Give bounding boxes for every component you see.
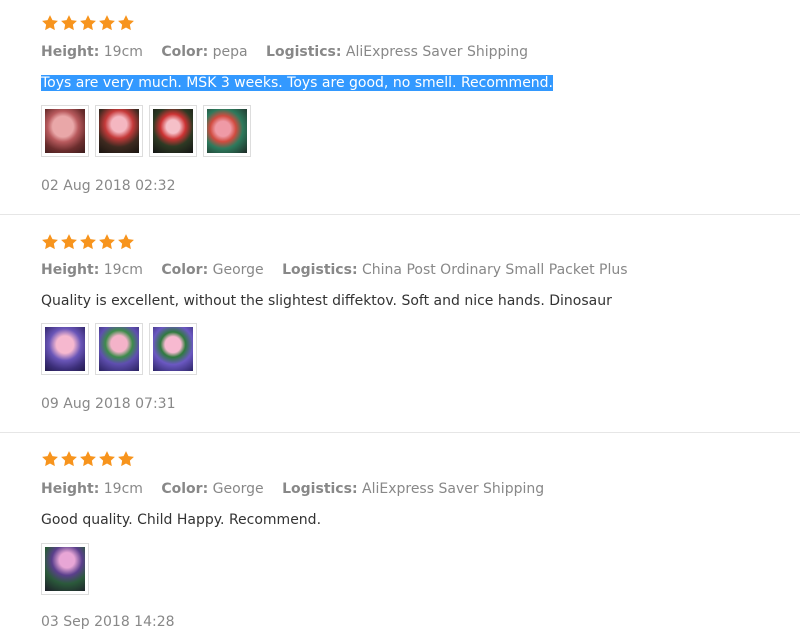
- height-key: Height:: [41, 262, 100, 278]
- color-value: pepa: [212, 44, 248, 60]
- star-icon: [117, 233, 135, 251]
- star-icon: [41, 233, 59, 251]
- review-photo-thumbnail[interactable]: [41, 105, 89, 157]
- review-date: 02 Aug 2018 02:32: [41, 178, 176, 194]
- review-text-content: Quality is excellent, without the slight…: [41, 293, 612, 309]
- review-photo-thumbnail[interactable]: [149, 105, 197, 157]
- star-rating: [41, 14, 135, 34]
- review-attributes: Height: 19cm Color: pepa Logistics: AliE…: [41, 43, 542, 61]
- height-attribute: Height: 19cm: [41, 44, 143, 60]
- review-photo-thumbnail[interactable]: [149, 323, 197, 375]
- height-attribute: Height: 19cm: [41, 481, 143, 497]
- star-icon: [79, 233, 97, 251]
- star-icon: [60, 233, 78, 251]
- height-attribute: Height: 19cm: [41, 262, 143, 278]
- star-icon: [79, 14, 97, 32]
- logistics-key: Logistics:: [282, 262, 358, 278]
- star-icon: [117, 450, 135, 468]
- star-icon: [60, 450, 78, 468]
- color-key: Color:: [161, 481, 209, 497]
- review-photo[interactable]: [99, 109, 139, 153]
- review-text[interactable]: Toys are very much. MSK 3 weeks. Toys ar…: [41, 73, 554, 93]
- color-attribute: Color: George: [161, 262, 263, 278]
- color-attribute: Color: pepa: [161, 44, 247, 60]
- review-photos: [41, 105, 251, 157]
- star-icon: [98, 14, 116, 32]
- logistics-value: AliExpress Saver Shipping: [362, 481, 545, 497]
- review-text: Good quality. Child Happy. Recommend.: [41, 510, 321, 530]
- star-icon: [60, 14, 78, 32]
- star-rating: [41, 450, 135, 470]
- star-icon: [98, 233, 116, 251]
- review-attributes: Height: 19cm Color: George Logistics: Ch…: [41, 261, 642, 279]
- review-photo[interactable]: [153, 109, 193, 153]
- star-icon: [98, 450, 116, 468]
- review-photo-thumbnail[interactable]: [95, 323, 143, 375]
- height-key: Height:: [41, 481, 100, 497]
- height-value: 19cm: [103, 262, 143, 278]
- logistics-attribute: Logistics: AliExpress Saver Shipping: [282, 481, 544, 497]
- review-photo[interactable]: [153, 327, 193, 371]
- logistics-value: AliExpress Saver Shipping: [345, 44, 529, 60]
- review-date: 09 Aug 2018 07:31: [41, 396, 176, 412]
- logistics-attribute: Logistics: AliExpress Saver Shipping: [266, 44, 528, 60]
- logistics-key: Logistics:: [282, 481, 358, 497]
- review-photo-thumbnail[interactable]: [203, 105, 251, 157]
- color-key: Color:: [161, 262, 209, 278]
- review-photo-thumbnail[interactable]: [95, 105, 143, 157]
- review-text-content[interactable]: Toys are very much. MSK 3 weeks. Toys ar…: [41, 75, 554, 91]
- color-value: George: [212, 262, 264, 278]
- color-key: Color:: [161, 44, 209, 60]
- star-icon: [41, 14, 59, 32]
- star-icon: [79, 450, 97, 468]
- review-photo[interactable]: [45, 547, 85, 591]
- review-text-content: Good quality. Child Happy. Recommend.: [41, 512, 322, 528]
- review-photo[interactable]: [45, 109, 85, 153]
- height-key: Height:: [41, 44, 100, 60]
- review-item: Height: 19cm Color: pepa Logistics: AliE…: [0, 0, 800, 215]
- review-photos: [41, 543, 89, 595]
- logistics-key: Logistics:: [266, 44, 342, 60]
- star-icon: [41, 450, 59, 468]
- review-photos: [41, 323, 197, 375]
- review-photo-thumbnail[interactable]: [41, 323, 89, 375]
- review-date: 03 Sep 2018 14:28: [41, 614, 175, 630]
- star-rating: [41, 233, 135, 253]
- review-item: Height: 19cm Color: George Logistics: Al…: [0, 433, 800, 638]
- logistics-value: China Post Ordinary Small Packet Plus: [362, 262, 628, 278]
- height-value: 19cm: [103, 44, 143, 60]
- logistics-attribute: Logistics: China Post Ordinary Small Pac…: [282, 262, 627, 278]
- review-photo[interactable]: [207, 109, 247, 153]
- color-value: George: [212, 481, 264, 497]
- review-photo[interactable]: [99, 327, 139, 371]
- color-attribute: Color: George: [161, 481, 263, 497]
- review-attributes: Height: 19cm Color: George Logistics: Al…: [41, 480, 558, 498]
- review-text: Quality is excellent, without the slight…: [41, 291, 612, 311]
- height-value: 19cm: [103, 481, 143, 497]
- review-item: Height: 19cm Color: George Logistics: Ch…: [0, 215, 800, 433]
- star-icon: [117, 14, 135, 32]
- review-photo-thumbnail[interactable]: [41, 543, 89, 595]
- review-photo[interactable]: [45, 327, 85, 371]
